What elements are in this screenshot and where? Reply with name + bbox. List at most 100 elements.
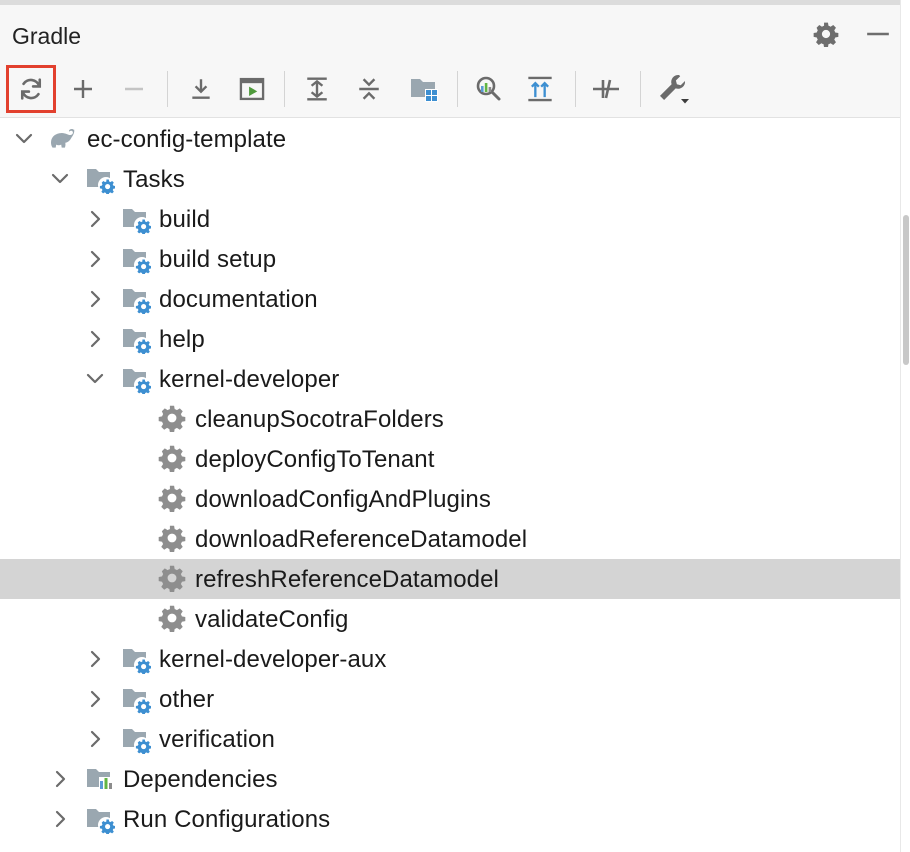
execute-gradle-task-button[interactable]	[231, 66, 273, 112]
toolbar-separator	[284, 71, 285, 107]
chevron-down-icon[interactable]	[50, 169, 70, 189]
gradle-toolbar	[0, 61, 900, 118]
folder-gear-icon	[85, 164, 115, 194]
tree-node-dependencies[interactable]: Dependencies	[0, 759, 900, 799]
tree-node-task-selected[interactable]: refreshReferenceDatamodel	[0, 559, 900, 599]
tree-node-label: build	[159, 206, 211, 233]
tree-node-label: build setup	[159, 246, 277, 273]
tree-node-group-other[interactable]: other	[0, 679, 900, 719]
tree-node-label: Tasks	[123, 166, 185, 193]
tree-node-group-verification[interactable]: verification	[0, 719, 900, 759]
folder-dependencies-icon	[85, 764, 115, 794]
tree-node-label: documentation	[159, 286, 318, 313]
add-gradle-project-button[interactable]	[62, 66, 104, 112]
tree-node-project[interactable]: ec-config-template	[0, 119, 900, 159]
vertical-scrollbar-thumb[interactable]	[903, 215, 909, 365]
gear-icon	[813, 21, 839, 47]
folder-gear-icon	[121, 644, 151, 674]
minimize-icon	[865, 21, 891, 47]
toolbar-separator	[640, 71, 641, 107]
tree-node-group-help[interactable]: help	[0, 319, 900, 359]
expand-all-icon	[304, 76, 330, 102]
tree-node-task[interactable]: cleanupSocotraFolders	[0, 399, 900, 439]
gear-icon	[158, 604, 188, 634]
tree-node-label: verification	[159, 726, 275, 753]
gear-icon	[158, 444, 188, 474]
analyze-dependencies-button[interactable]	[467, 66, 509, 112]
remove-gradle-project-button[interactable]	[113, 66, 155, 112]
dependencies-icon	[526, 75, 554, 103]
folder-gear-icon	[121, 324, 151, 354]
tool-window-header: Gradle	[0, 5, 900, 61]
tree-node-group-kernel-developer[interactable]: kernel-developer	[0, 359, 900, 399]
toolbar-separator	[575, 71, 576, 107]
tree-node-label: cleanupSocotraFolders	[195, 406, 444, 433]
chevron-right-icon[interactable]	[85, 689, 105, 709]
chevron-down-icon[interactable]	[85, 369, 105, 389]
chevron-right-icon[interactable]	[85, 209, 105, 229]
tree-node-label: Dependencies	[123, 766, 278, 793]
hide-panel-button[interactable]	[861, 17, 895, 51]
tree-node-label: Run Configurations	[123, 806, 331, 833]
tree-node-label: kernel-developer-aux	[159, 646, 387, 673]
folder-gear-icon	[121, 244, 151, 274]
tree-node-label: other	[159, 686, 215, 713]
gear-icon	[158, 524, 188, 554]
group-modules-button[interactable]	[403, 66, 445, 112]
collapse-all-icon	[356, 76, 382, 102]
tree-node-group-kernel-developer-aux[interactable]: kernel-developer-aux	[0, 639, 900, 679]
chevron-right-icon[interactable]	[85, 249, 105, 269]
tree-node-group-build-setup[interactable]: build setup	[0, 239, 900, 279]
tree-node-tasks[interactable]: Tasks	[0, 159, 900, 199]
tree-node-label: downloadReferenceDatamodel	[195, 526, 528, 553]
tree-node-label: ec-config-template	[87, 126, 287, 153]
download-sources-button[interactable]	[180, 66, 222, 112]
tree-node-label: deployConfigToTenant	[195, 446, 435, 473]
gear-icon	[158, 564, 188, 594]
chevron-right-icon[interactable]	[50, 809, 70, 829]
tree-node-label: kernel-developer	[159, 366, 340, 393]
offline-icon	[591, 74, 621, 104]
folder-gear-icon	[121, 204, 151, 234]
tree-node-task[interactable]: downloadConfigAndPlugins	[0, 479, 900, 519]
gear-icon	[158, 404, 188, 434]
analyze-icon	[473, 74, 503, 104]
tree-node-task[interactable]: validateConfig	[0, 599, 900, 639]
tree-node-task[interactable]: downloadReferenceDatamodel	[0, 519, 900, 559]
folder-gear-icon	[121, 724, 151, 754]
folder-grid-icon	[409, 74, 439, 104]
chevron-down-icon[interactable]	[14, 129, 34, 149]
chevron-right-icon[interactable]	[50, 769, 70, 789]
gear-icon	[158, 484, 188, 514]
panel-title: Gradle	[12, 23, 82, 49]
tree-node-group-documentation[interactable]: documentation	[0, 279, 900, 319]
tree-node-label: help	[159, 326, 205, 353]
tree-node-label: validateConfig	[195, 606, 349, 633]
toggle-offline-mode-button[interactable]	[585, 66, 627, 112]
settings-gear-button[interactable]	[809, 17, 843, 51]
sync-icon	[17, 75, 45, 103]
minus-icon	[122, 77, 146, 101]
chevron-right-icon[interactable]	[85, 729, 105, 749]
build-tool-settings-button[interactable]	[652, 66, 694, 112]
vertical-scrollbar-track[interactable]	[900, 0, 910, 852]
tree-node-group-build[interactable]: build	[0, 199, 900, 239]
collapse-all-button[interactable]	[348, 66, 390, 112]
folder-gear-icon	[121, 364, 151, 394]
gradle-elephant-icon	[49, 124, 79, 154]
gradle-project-tree: ec-config-template Tasks build build set…	[0, 118, 900, 852]
folder-gear-icon	[121, 684, 151, 714]
run-window-icon	[238, 75, 266, 103]
chevron-right-icon[interactable]	[85, 649, 105, 669]
show-dependencies-button[interactable]	[519, 66, 561, 112]
wrench-icon	[656, 72, 690, 106]
expand-all-button[interactable]	[296, 66, 338, 112]
tree-node-label: refreshReferenceDatamodel	[195, 566, 499, 593]
toolbar-separator	[167, 71, 168, 107]
chevron-right-icon[interactable]	[85, 289, 105, 309]
toolbar-separator	[457, 71, 458, 107]
chevron-right-icon[interactable]	[85, 329, 105, 349]
reload-all-gradle-projects-button[interactable]	[6, 65, 56, 113]
tree-node-run-configurations[interactable]: Run Configurations	[0, 799, 900, 839]
tree-node-task[interactable]: deployConfigToTenant	[0, 439, 900, 479]
